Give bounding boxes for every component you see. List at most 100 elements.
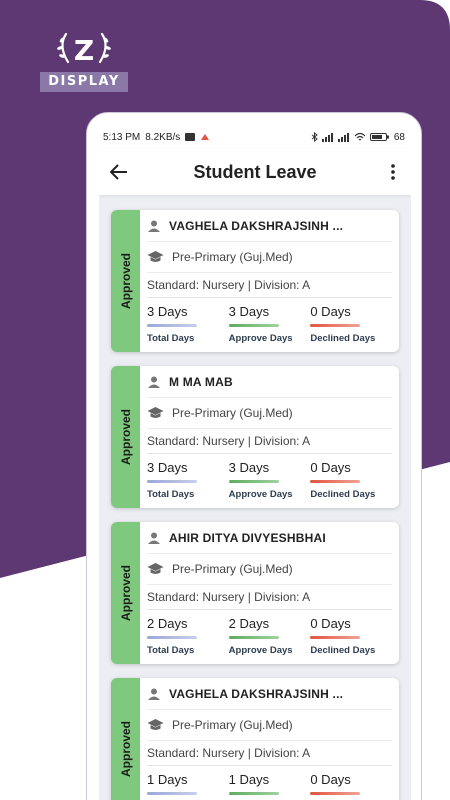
signal-2-icon	[337, 133, 349, 142]
leave-card[interactable]: Approved VAGHELA DAKSHRAJSINH ... Pre-Pr…	[111, 210, 399, 352]
declined-days-label: Declined Days	[310, 489, 376, 500]
person-icon	[148, 376, 160, 388]
total-days-stat: 2 Days Total Days	[147, 616, 229, 656]
app-screen: 5:13 PM 8.2KB/s 68 Student Leave Approve…	[99, 125, 411, 800]
course-name: Pre-Primary (Guj.Med)	[172, 250, 293, 264]
total-days-stat: 1 Days Total Days	[147, 772, 229, 800]
total-days-bar	[147, 792, 197, 795]
page-title: Student Leave	[193, 161, 317, 182]
approve-days-stat: 1 Days Approve Days	[228, 772, 311, 800]
total-days-label: Total Days	[147, 645, 195, 656]
battery-level: 68	[393, 131, 405, 143]
status-speed: 8.2KB/s	[145, 131, 181, 143]
graduation-cap-icon	[147, 251, 164, 262]
total-days-value: 2 Days	[147, 616, 188, 631]
logo-letter: Z	[74, 34, 94, 67]
app-notification-icon	[201, 134, 210, 140]
declined-days-value: 0 Days	[310, 772, 351, 787]
approve-days-stat: 3 Days Approve Days	[228, 460, 311, 500]
total-days-label: Total Days	[147, 333, 195, 344]
app-bar: Student Leave	[99, 149, 411, 195]
approve-days-bar	[228, 636, 279, 639]
status-bar: 5:13 PM 8.2KB/s 68	[99, 125, 411, 149]
approve-days-label: Approve Days	[228, 645, 293, 656]
laurel-logo-icon: Z	[57, 32, 111, 67]
phone-frame: 5:13 PM 8.2KB/s 68 Student Leave Approve…	[86, 112, 422, 800]
approve-days-label: Approve Days	[228, 489, 293, 500]
declined-days-value: 0 Days	[310, 304, 351, 319]
standard-division: Standard: Nursery | Division: A	[147, 434, 311, 448]
declined-days-bar	[310, 792, 361, 795]
total-days-bar	[147, 636, 197, 639]
declined-days-bar	[310, 480, 361, 483]
declined-days-label: Declined Days	[310, 333, 376, 344]
approve-days-stat: 3 Days Approve Days	[228, 304, 311, 344]
leave-card[interactable]: Approved AHIR DITYA DIVYESHBHAI Pre-Prim…	[111, 522, 399, 664]
status-badge: Approved	[111, 210, 140, 352]
sim-icon	[185, 133, 196, 141]
declined-days-stat: 0 Days Declined Days	[310, 304, 392, 344]
standard-division: Standard: Nursery | Division: A	[147, 746, 311, 760]
logo-label: DISPLAY	[40, 72, 128, 92]
course-name: Pre-Primary (Guj.Med)	[172, 562, 293, 576]
declined-days-bar	[310, 324, 361, 327]
wifi-icon	[354, 132, 366, 141]
declined-days-value: 0 Days	[310, 616, 351, 631]
total-days-bar	[147, 480, 197, 483]
status-badge: Approved	[111, 522, 140, 664]
bluetooth-icon	[311, 132, 318, 142]
status-badge: Approved	[111, 366, 140, 508]
signal-icon	[321, 133, 333, 142]
student-name: VAGHELA DAKSHRAJSINH ...	[169, 218, 344, 233]
more-vertical-icon	[391, 164, 395, 180]
total-days-label: Total Days	[147, 489, 195, 500]
battery-icon	[369, 133, 389, 141]
graduation-cap-icon	[147, 407, 164, 418]
back-button[interactable]	[107, 160, 131, 184]
total-days-stat: 3 Days Total Days	[147, 460, 229, 500]
approve-days-label: Approve Days	[228, 333, 293, 344]
approve-days-bar	[228, 480, 279, 483]
approve-days-value: 2 Days	[228, 616, 270, 631]
total-days-value: 1 Days	[147, 772, 188, 787]
status-text: Approved	[118, 408, 133, 466]
declined-days-label: Declined Days	[310, 645, 376, 656]
leave-card[interactable]: Approved M MA MAB Pre-Primary (Guj.Med) …	[111, 366, 399, 508]
approve-days-value: 3 Days	[228, 460, 270, 475]
leave-list: Approved VAGHELA DAKSHRAJSINH ... Pre-Pr…	[99, 195, 411, 800]
declined-days-stat: 0 Days Declined Days	[310, 616, 392, 656]
standard-division: Standard: Nursery | Division: A	[147, 590, 311, 604]
status-text: Approved	[118, 564, 133, 622]
z-display-logo: Z DISPLAY	[40, 28, 128, 92]
approve-days-value: 1 Days	[228, 772, 270, 787]
person-icon	[148, 220, 160, 232]
arrow-back-icon	[110, 164, 127, 180]
declined-days-stat: 0 Days Declined Days	[310, 460, 392, 500]
person-icon	[148, 688, 160, 700]
declined-days-bar	[310, 636, 361, 639]
student-name: AHIR DITYA DIVYESHBHAI	[169, 530, 326, 545]
approve-days-value: 3 Days	[228, 304, 270, 319]
approve-days-bar	[228, 792, 279, 795]
approve-days-bar	[228, 324, 279, 327]
approve-days-stat: 2 Days Approve Days	[228, 616, 311, 656]
status-text: Approved	[118, 720, 133, 778]
total-days-value: 3 Days	[147, 460, 188, 475]
more-options-button[interactable]	[383, 160, 403, 184]
standard-division: Standard: Nursery | Division: A	[147, 278, 311, 292]
declined-days-value: 0 Days	[310, 460, 351, 475]
course-name: Pre-Primary (Guj.Med)	[172, 718, 293, 732]
graduation-cap-icon	[147, 719, 164, 730]
total-days-bar	[147, 324, 197, 327]
student-name: M MA MAB	[169, 374, 233, 389]
leave-card[interactable]: Approved VAGHELA DAKSHRAJSINH ... Pre-Pr…	[111, 678, 399, 800]
course-name: Pre-Primary (Guj.Med)	[172, 406, 293, 420]
declined-days-stat: 0 Days Declined Days	[310, 772, 392, 800]
total-days-value: 3 Days	[147, 304, 188, 319]
student-name: VAGHELA DAKSHRAJSINH ...	[169, 686, 344, 701]
status-time: 5:13 PM	[103, 131, 141, 143]
status-badge: Approved	[111, 678, 140, 800]
status-text: Approved	[118, 252, 133, 310]
graduation-cap-icon	[147, 563, 164, 574]
person-icon	[148, 532, 160, 544]
